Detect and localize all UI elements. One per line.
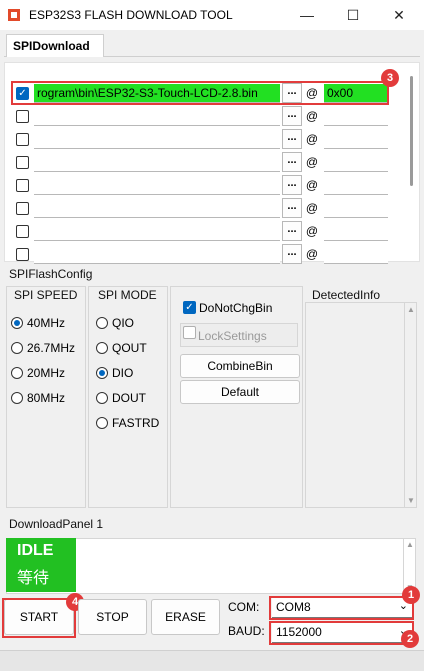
file-row: ... @ (14, 221, 390, 241)
locksettings-label: LockSettings (198, 329, 267, 343)
file-path-input[interactable] (34, 222, 280, 241)
donotchgbin-checkbox[interactable]: ✓ (183, 301, 196, 314)
at-label: @ (305, 201, 319, 215)
file-row-checkbox[interactable] (16, 156, 29, 169)
address-input[interactable] (324, 245, 388, 264)
file-row-checkbox[interactable] (16, 202, 29, 215)
annotation-box-4 (2, 598, 76, 638)
file-list-scrollbar[interactable] (408, 66, 416, 236)
spi-mode-option-label: FASTRD (112, 416, 160, 430)
annotation-box-1 (269, 596, 414, 620)
erase-button[interactable]: ERASE (151, 599, 220, 635)
browse-button[interactable]: ... (282, 106, 302, 126)
locksettings-checkbox[interactable] (183, 326, 196, 339)
app-icon (8, 9, 20, 21)
spi-speed-radio[interactable] (11, 367, 23, 379)
title-bar: ESP32S3 FLASH DOWNLOAD TOOL — ☐ ✕ (0, 0, 424, 30)
file-path-input[interactable] (34, 130, 280, 149)
file-row: ... @ (14, 129, 390, 149)
stop-button[interactable]: STOP (78, 599, 147, 635)
annotation-badge-3: 3 (381, 69, 399, 87)
at-label: @ (305, 155, 319, 169)
donotchgbin-label: DoNotChgBin (199, 301, 273, 315)
at-label: @ (305, 178, 319, 192)
spi-mode-radio[interactable] (96, 392, 108, 404)
address-input[interactable] (324, 199, 388, 218)
address-input[interactable] (324, 153, 388, 172)
status-bar (0, 650, 424, 671)
file-row-checkbox[interactable] (16, 225, 29, 238)
spi-mode-label: SPI MODE (98, 288, 157, 302)
address-input[interactable] (324, 222, 388, 241)
file-path-input[interactable] (34, 245, 280, 264)
annotation-box-2 (269, 621, 414, 645)
scroll-up-icon[interactable]: ▲ (407, 305, 415, 314)
file-row: ... @ (14, 152, 390, 172)
browse-button[interactable]: ... (282, 152, 302, 172)
file-row: ... @ (14, 198, 390, 218)
file-path-input[interactable] (34, 199, 280, 218)
spi-mode-option-label: DIO (112, 366, 134, 380)
spi-speed-option-label: 26.7MHz (27, 341, 76, 355)
file-row-checkbox[interactable] (16, 248, 29, 261)
baud-label: BAUD: (228, 624, 265, 638)
spi-mode-option-label: QOUT (112, 341, 147, 355)
file-row-checkbox[interactable] (16, 179, 29, 192)
window-title: ESP32S3 FLASH DOWNLOAD TOOL (29, 8, 233, 22)
maximize-button[interactable]: ☐ (330, 0, 376, 30)
spi-mode-radio[interactable] (96, 342, 108, 354)
address-input[interactable] (324, 130, 388, 149)
spi-speed-radio[interactable] (11, 317, 23, 329)
spi-speed-radio[interactable] (11, 392, 23, 404)
default-button[interactable]: Default (180, 380, 300, 404)
spi-mode-radio[interactable] (96, 417, 108, 429)
file-path-input[interactable] (34, 153, 280, 172)
detectedinfo-scrollbar[interactable]: ▲ ▼ (404, 302, 417, 508)
browse-button[interactable]: ... (282, 198, 302, 218)
detectedinfo-label: DetectedInfo (312, 288, 381, 302)
spi-speed-option-label: 20MHz (27, 366, 66, 380)
tab-spidownload[interactable]: SPIDownload (6, 34, 104, 57)
file-path-input[interactable] (34, 107, 280, 126)
annotation-badge-2: 2 (401, 630, 419, 648)
file-row-checkbox[interactable] (16, 133, 29, 146)
spi-mode-radio[interactable] (96, 317, 108, 329)
close-button[interactable]: ✕ (376, 0, 422, 30)
spi-mode-option-label: DOUT (112, 391, 146, 405)
file-row: ... @ (14, 244, 390, 264)
detectedinfo-textarea[interactable] (305, 302, 404, 508)
annotation-box-3 (11, 81, 389, 105)
spi-speed-label: SPI SPEED (14, 288, 78, 302)
at-label: @ (305, 224, 319, 238)
browse-button[interactable]: ... (282, 221, 302, 241)
scroll-down-icon[interactable]: ▼ (407, 496, 415, 505)
combinebin-button[interactable]: CombineBin (180, 354, 300, 378)
at-label: @ (305, 109, 319, 123)
spi-mode-radio[interactable] (96, 367, 108, 379)
com-label: COM: (228, 600, 260, 614)
downloadpanel-label: DownloadPanel 1 (9, 517, 104, 531)
status-text: IDLE (17, 542, 54, 559)
spiflashconfig-label: SPIFlashConfig (9, 267, 93, 281)
minimize-button[interactable]: — (284, 0, 330, 30)
scroll-up-icon[interactable]: ▲ (406, 540, 414, 549)
spi-mode-option-label: QIO (112, 316, 135, 330)
at-label: @ (305, 132, 319, 146)
spi-speed-radio[interactable] (11, 342, 23, 354)
file-row: ... @ (14, 106, 390, 126)
browse-button[interactable]: ... (282, 129, 302, 149)
address-input[interactable] (324, 107, 388, 126)
spi-speed-option-label: 80MHz (27, 391, 66, 405)
file-path-input[interactable] (34, 176, 280, 195)
status-indicator: IDLE 等待 (6, 538, 76, 592)
spi-speed-option-label: 40MHz (27, 316, 66, 330)
browse-button[interactable]: ... (282, 244, 302, 264)
address-input[interactable] (324, 176, 388, 195)
at-label: @ (305, 247, 319, 261)
status-text-cn: 等待 (17, 568, 50, 587)
browse-button[interactable]: ... (282, 175, 302, 195)
file-row: ... @ (14, 175, 390, 195)
file-row-checkbox[interactable] (16, 110, 29, 123)
annotation-badge-1: 1 (402, 586, 420, 604)
